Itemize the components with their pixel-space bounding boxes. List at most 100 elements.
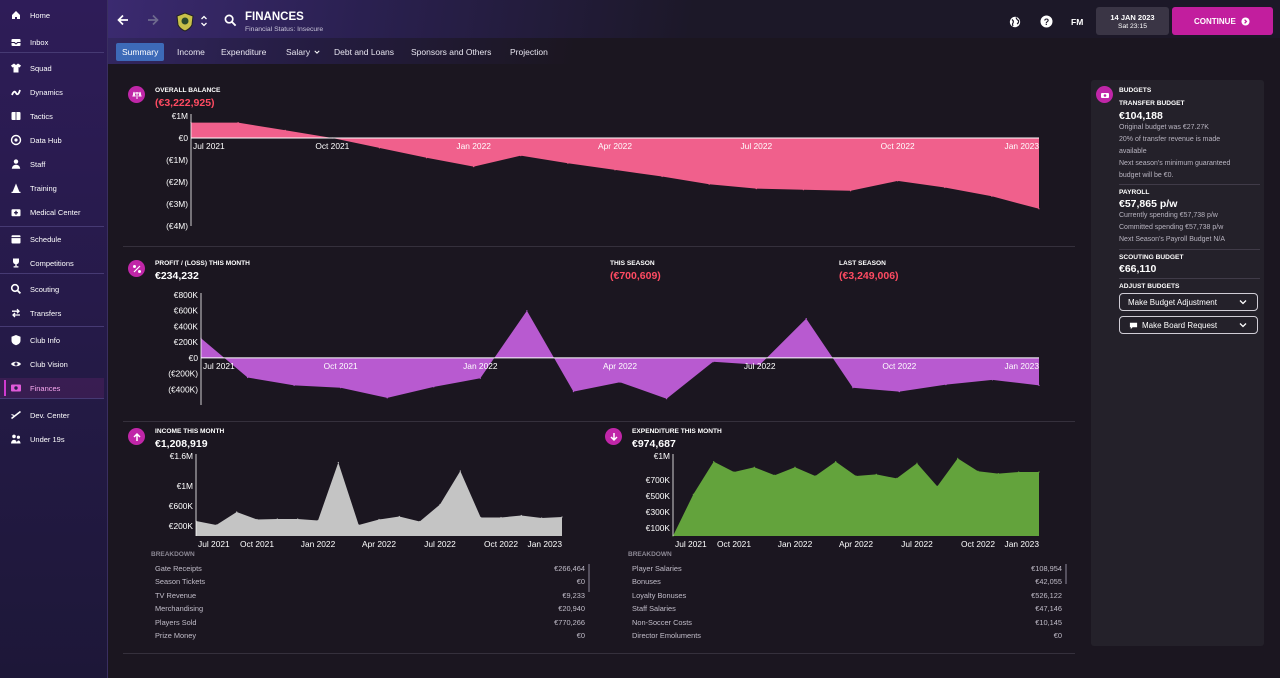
expenditure-breakdown-scrollbar[interactable]	[1065, 564, 1067, 584]
budgets-panel: BUDGETS TRANSFER BUDGET €104,188 Origina…	[1091, 80, 1264, 646]
sidebar-item-label: Dev. Center	[30, 410, 70, 420]
sidebar-item-label: Staff	[30, 159, 46, 169]
tab-summary[interactable]: Summary	[116, 43, 165, 61]
sidebar-item-tactics[interactable]: Tactics	[0, 106, 104, 126]
sidebar-item-finances[interactable]: Finances	[0, 378, 104, 398]
sidebar-item-staff[interactable]: Staff	[0, 154, 104, 174]
expenditure-y-tick-label: €500K	[646, 491, 671, 501]
sidebar-item-club-info[interactable]: Club Info	[0, 330, 104, 350]
tab-income[interactable]: Income	[171, 43, 211, 61]
sidebar-item-label: Scouting	[30, 284, 60, 294]
sidebar-item-training[interactable]: Training	[0, 178, 104, 198]
forward-button[interactable]	[146, 13, 160, 27]
expenditure-x-tick-label: Apr 2022	[839, 539, 873, 549]
scouting-budget-label: SCOUTING BUDGET	[1119, 254, 1184, 261]
club-info-icon	[10, 334, 22, 346]
sidebar-item-label: Inbox	[30, 37, 49, 47]
arrow-right-icon	[148, 14, 159, 26]
expenditure-data-point	[1018, 471, 1020, 473]
income-breakdown-value: €20,940	[558, 604, 585, 614]
scouting-icon	[10, 283, 22, 295]
income-breakdown-name: Gate Receipts	[155, 564, 202, 573]
expenditure-data-point	[977, 470, 979, 472]
sidebar-item-transfers[interactable]: Transfers	[0, 303, 104, 323]
expenditure-x-tick-label: Jan 2022	[778, 539, 813, 549]
sidebar-item-dynamics[interactable]: Dynamics	[0, 82, 104, 102]
expenditure-data-point	[916, 462, 918, 464]
income-breakdown-value: €266,464	[554, 564, 585, 573]
make-board-request-dropdown[interactable]: Make Board Request	[1119, 316, 1258, 334]
sidebar-item-label: Club Info	[30, 335, 61, 345]
top-bar: FINANCES Financial Status: Insecure ? FM…	[108, 0, 1280, 38]
tab-debt-and-loans[interactable]: Debt and Loans	[328, 43, 400, 61]
help-button[interactable]: ?	[1040, 15, 1053, 28]
payroll-note: Next Season's Payroll Budget N/A	[1119, 236, 1226, 243]
make-budget-adjustment-dropdown[interactable]: Make Budget Adjustment	[1119, 293, 1258, 311]
world-button[interactable]	[1009, 15, 1021, 28]
sidebar-item-schedule[interactable]: Schedule	[0, 229, 104, 249]
income-breakdown-value: €0	[576, 631, 585, 640]
income-breakdown-name: Season Tickets	[155, 577, 206, 587]
payroll-value: €57,865 p/w	[1119, 198, 1178, 210]
shirt-icon	[10, 62, 22, 74]
tab-label: Sponsors and Others	[411, 47, 492, 57]
budget-icon	[1096, 86, 1113, 103]
section-divider	[123, 653, 1075, 654]
sidebar-item-medical-center[interactable]: Medical Center	[0, 202, 104, 222]
page-title: FINANCES	[245, 11, 304, 23]
home-icon	[10, 9, 22, 21]
back-button[interactable]	[116, 13, 130, 27]
sidebar-item-data-hub[interactable]: Data Hub	[0, 130, 104, 150]
expenditure-data-point	[753, 466, 755, 468]
sidebar-item-competitions[interactable]: Competitions	[0, 253, 104, 273]
sidebar-item-label: Competitions	[30, 258, 74, 268]
continue-button[interactable]: CONTINUE	[1172, 7, 1273, 35]
sidebar-item-label: Training	[30, 183, 57, 193]
sidebar-item-label: Finances	[30, 383, 61, 393]
sidebar-item-club-vision[interactable]: Club Vision	[0, 354, 104, 374]
club-switch-button[interactable]	[200, 13, 208, 29]
sidebar: Home Inbox Squad Dynamics Tactics Data Hub Sta…	[0, 0, 108, 678]
sidebar-item-home[interactable]: Home	[0, 5, 104, 25]
expenditure-data-point	[1038, 471, 1040, 473]
expenditure-y-tick-label: €300K	[646, 507, 671, 517]
chevron-down-icon	[1239, 300, 1247, 305]
date-box[interactable]: 14 JAN 2023 Sat 23:15	[1096, 7, 1169, 35]
tab-expenditure[interactable]: Expenditure	[215, 43, 272, 61]
expenditure-breakdown-value: €108,954	[1031, 564, 1062, 573]
tab-sponsors-and-others[interactable]: Sponsors and Others	[405, 43, 497, 61]
fm-menu-button[interactable]: FM	[1071, 17, 1083, 27]
income-breakdown-value: €0	[576, 577, 585, 587]
current-time: Sat 23:15	[1117, 23, 1148, 30]
tab-label: Projection	[510, 47, 548, 57]
sidebar-item-label: Medical Center	[30, 207, 81, 217]
search-button[interactable]	[224, 14, 238, 28]
income-breakdown-name: TV Revenue	[155, 590, 197, 600]
expenditure-data-point	[692, 493, 694, 495]
tab-label: Income	[177, 47, 205, 57]
adjust-budgets-label: ADJUST BUDGETS	[1119, 283, 1180, 290]
sidebar-item-inbox[interactable]: Inbox	[0, 32, 104, 52]
expenditure-breakdown-name: Player Salaries	[632, 564, 682, 573]
payroll-label: PAYROLL	[1119, 189, 1150, 196]
financial-status: Financial Status: Insecure	[245, 26, 324, 33]
tab-projection[interactable]: Projection	[504, 43, 554, 61]
sidebar-item-squad[interactable]: Squad	[0, 58, 104, 78]
training-cone-icon	[10, 182, 22, 194]
club-badge-icon[interactable]	[176, 12, 194, 32]
sidebar-item-scouting[interactable]: Scouting	[0, 279, 104, 299]
income-breakdown-scrollbar[interactable]	[588, 564, 590, 592]
sidebar-item-dev-center[interactable]: Dev. Center	[0, 405, 104, 425]
trophy-icon	[10, 257, 22, 269]
divider	[1119, 249, 1260, 250]
sidebar-item-under-19s[interactable]: Under 19s	[0, 429, 104, 449]
expenditure-data-point	[855, 475, 857, 477]
expenditure-x-tick-label: Jul 2022	[901, 539, 933, 549]
sidebar-item-label: Transfers	[30, 308, 62, 318]
transfer-budget-label: TRANSFER BUDGET	[1119, 100, 1185, 107]
expenditure-data-point	[814, 475, 816, 477]
tab-salary[interactable]: Salary	[280, 43, 326, 61]
help-icon: ?	[1040, 15, 1053, 28]
make-board-request-label: Make Board Request	[1142, 320, 1218, 330]
transfer-note: Next season's minimum guaranteed	[1119, 160, 1231, 167]
